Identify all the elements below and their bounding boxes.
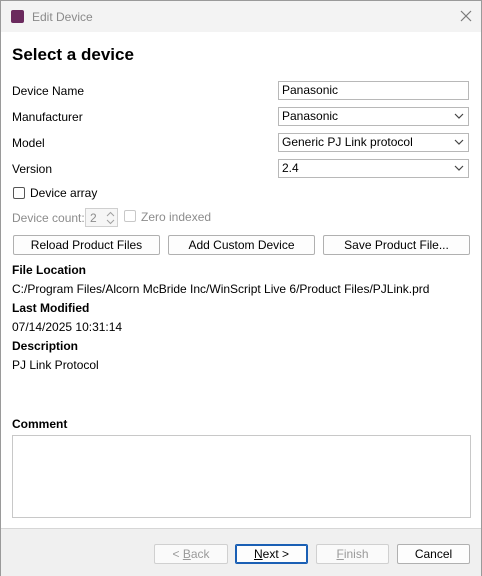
device-count-value: 2 (90, 211, 97, 225)
last-modified-value: 07/14/2025 10:31:14 (12, 320, 123, 334)
back-rest: ack (190, 547, 210, 561)
device-count-label: Device count: (12, 211, 85, 225)
zero-indexed-label: Zero indexed (141, 210, 212, 224)
next-rest: ext > (262, 547, 290, 561)
version-label: Version (12, 162, 53, 176)
device-array-label: Device array (30, 186, 98, 200)
model-select[interactable]: Generic PJ Link protocol (278, 133, 469, 152)
device-name-value: Panasonic (282, 83, 339, 97)
manufacturer-label: Manufacturer (12, 110, 83, 124)
window-title: Edit Device (32, 10, 93, 24)
title-bar: Edit Device (1, 1, 481, 32)
device-count-spinbox[interactable]: 2 (85, 208, 118, 227)
chevron-down-icon (454, 139, 464, 145)
device-name-label: Device Name (12, 84, 85, 98)
add-custom-device-button[interactable]: Add Custom Device (168, 235, 315, 255)
version-value: 2.4 (282, 161, 299, 175)
device-array-checkbox[interactable] (13, 187, 25, 199)
cancel-button[interactable]: Cancel (397, 544, 470, 564)
finish-rest: inish (343, 547, 369, 561)
close-icon[interactable] (457, 7, 475, 25)
description-value: PJ Link Protocol (12, 358, 99, 372)
finish-mnemonic: F (336, 547, 344, 561)
app-icon (11, 10, 24, 23)
back-mnemonic: B (182, 547, 191, 561)
back-button[interactable]: < Back (154, 544, 228, 564)
reload-product-files-button[interactable]: Reload Product Files (13, 235, 160, 255)
chevron-down-icon (454, 165, 464, 171)
comment-label: Comment (12, 417, 68, 431)
back-prefix: < (172, 547, 183, 561)
chevron-down-icon (454, 113, 464, 119)
file-location-value: C:/Program Files/Alcorn McBride Inc/WinS… (12, 282, 430, 296)
edit-device-dialog: Edit Device Select a device Device Name … (0, 0, 482, 576)
manufacturer-value: Panasonic (282, 109, 339, 123)
manufacturer-select[interactable]: Panasonic (278, 107, 469, 126)
device-name-input[interactable]: Panasonic (278, 81, 469, 100)
version-select[interactable]: 2.4 (278, 159, 469, 178)
next-mnemonic: N (253, 547, 263, 561)
spin-arrows-icon[interactable] (106, 210, 115, 226)
description-label: Description (12, 339, 79, 353)
save-product-file-button[interactable]: Save Product File... (323, 235, 470, 255)
last-modified-label: Last Modified (12, 301, 90, 315)
model-label: Model (12, 136, 45, 150)
page-heading: Select a device (12, 45, 134, 64)
file-location-label: File Location (12, 263, 87, 277)
comment-textarea[interactable] (12, 435, 471, 518)
zero-indexed-checkbox[interactable] (124, 210, 136, 222)
wizard-footer: < Back Next > Finish Cancel (1, 528, 481, 576)
model-value: Generic PJ Link protocol (282, 135, 413, 149)
finish-button[interactable]: Finish (316, 544, 389, 564)
next-button[interactable]: Next > (235, 544, 308, 564)
